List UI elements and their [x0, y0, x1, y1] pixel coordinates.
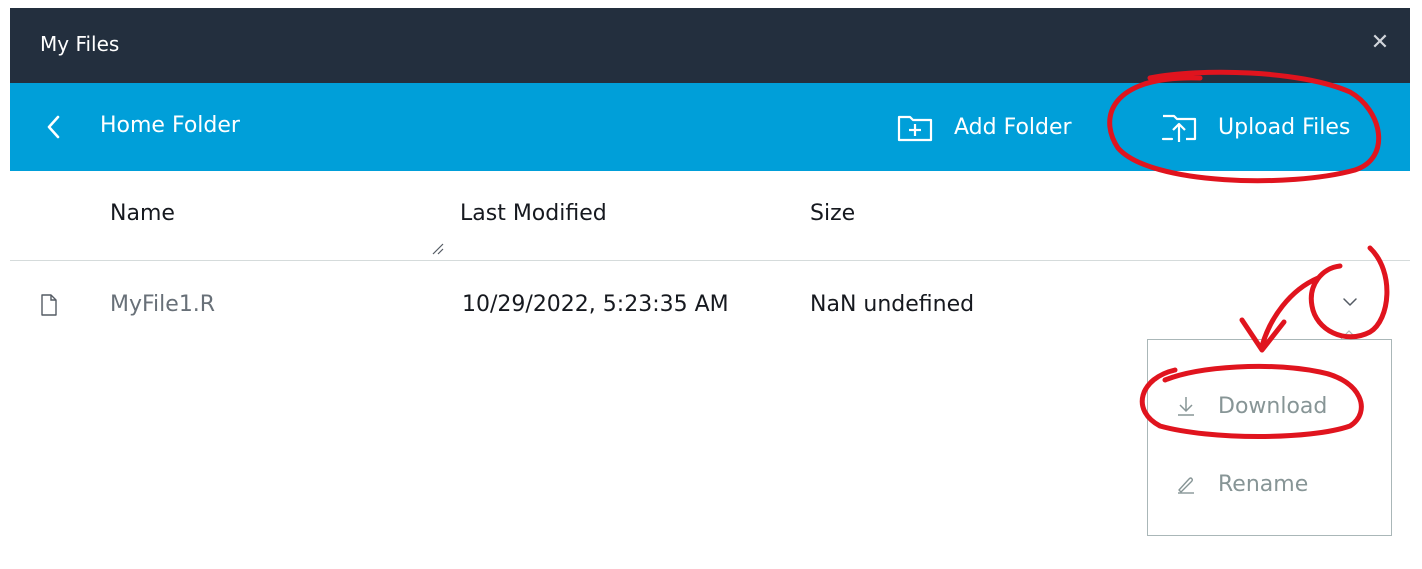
rename-menu-item[interactable]: Rename [1148, 454, 1391, 514]
table-row[interactable]: MyFile1.R 10/29/2022, 5:23:35 AM NaN und… [10, 262, 1410, 346]
pencil-icon [1178, 477, 1194, 494]
close-icon[interactable]: ✕ [1368, 32, 1392, 56]
rename-label: Rename [1218, 471, 1309, 497]
column-header-last-modified[interactable]: Last Modified [460, 201, 607, 226]
upload-files-button[interactable]: Upload Files [1160, 105, 1350, 149]
window-title: My Files [40, 32, 120, 56]
download-menu-item[interactable]: Download [1148, 376, 1391, 436]
column-header-size[interactable]: Size [810, 201, 855, 226]
add-folder-button[interactable]: Add Folder [896, 105, 1072, 149]
file-name[interactable]: MyFile1.R [110, 292, 215, 317]
folder-toolbar: Home Folder Add Folder Upload Files [10, 83, 1410, 171]
menu-caret-icon [1340, 330, 1358, 340]
upload-folder-icon [1161, 114, 1197, 142]
add-folder-label: Add Folder [954, 114, 1072, 140]
table-header: Name Last Modified Size [10, 171, 1410, 261]
folder-plus-icon [897, 115, 933, 142]
chevron-left-icon [47, 115, 60, 139]
upload-files-label: Upload Files [1218, 114, 1351, 140]
column-resize-icon[interactable] [430, 241, 444, 255]
current-folder-label: Home Folder [100, 113, 240, 138]
column-header-name[interactable]: Name [110, 201, 175, 226]
row-actions-menu: Download Rename [1147, 339, 1392, 536]
file-last-modified: 10/29/2022, 5:23:35 AM [462, 292, 729, 317]
download-label: Download [1218, 393, 1328, 419]
row-actions-toggle[interactable] [1336, 288, 1364, 316]
window-titlebar: My Files ✕ [10, 8, 1410, 83]
file-size: NaN undefined [810, 292, 975, 317]
download-icon [1178, 397, 1194, 416]
back-button[interactable] [38, 109, 68, 145]
file-icon [41, 294, 57, 316]
chevron-down-icon [1343, 298, 1357, 306]
